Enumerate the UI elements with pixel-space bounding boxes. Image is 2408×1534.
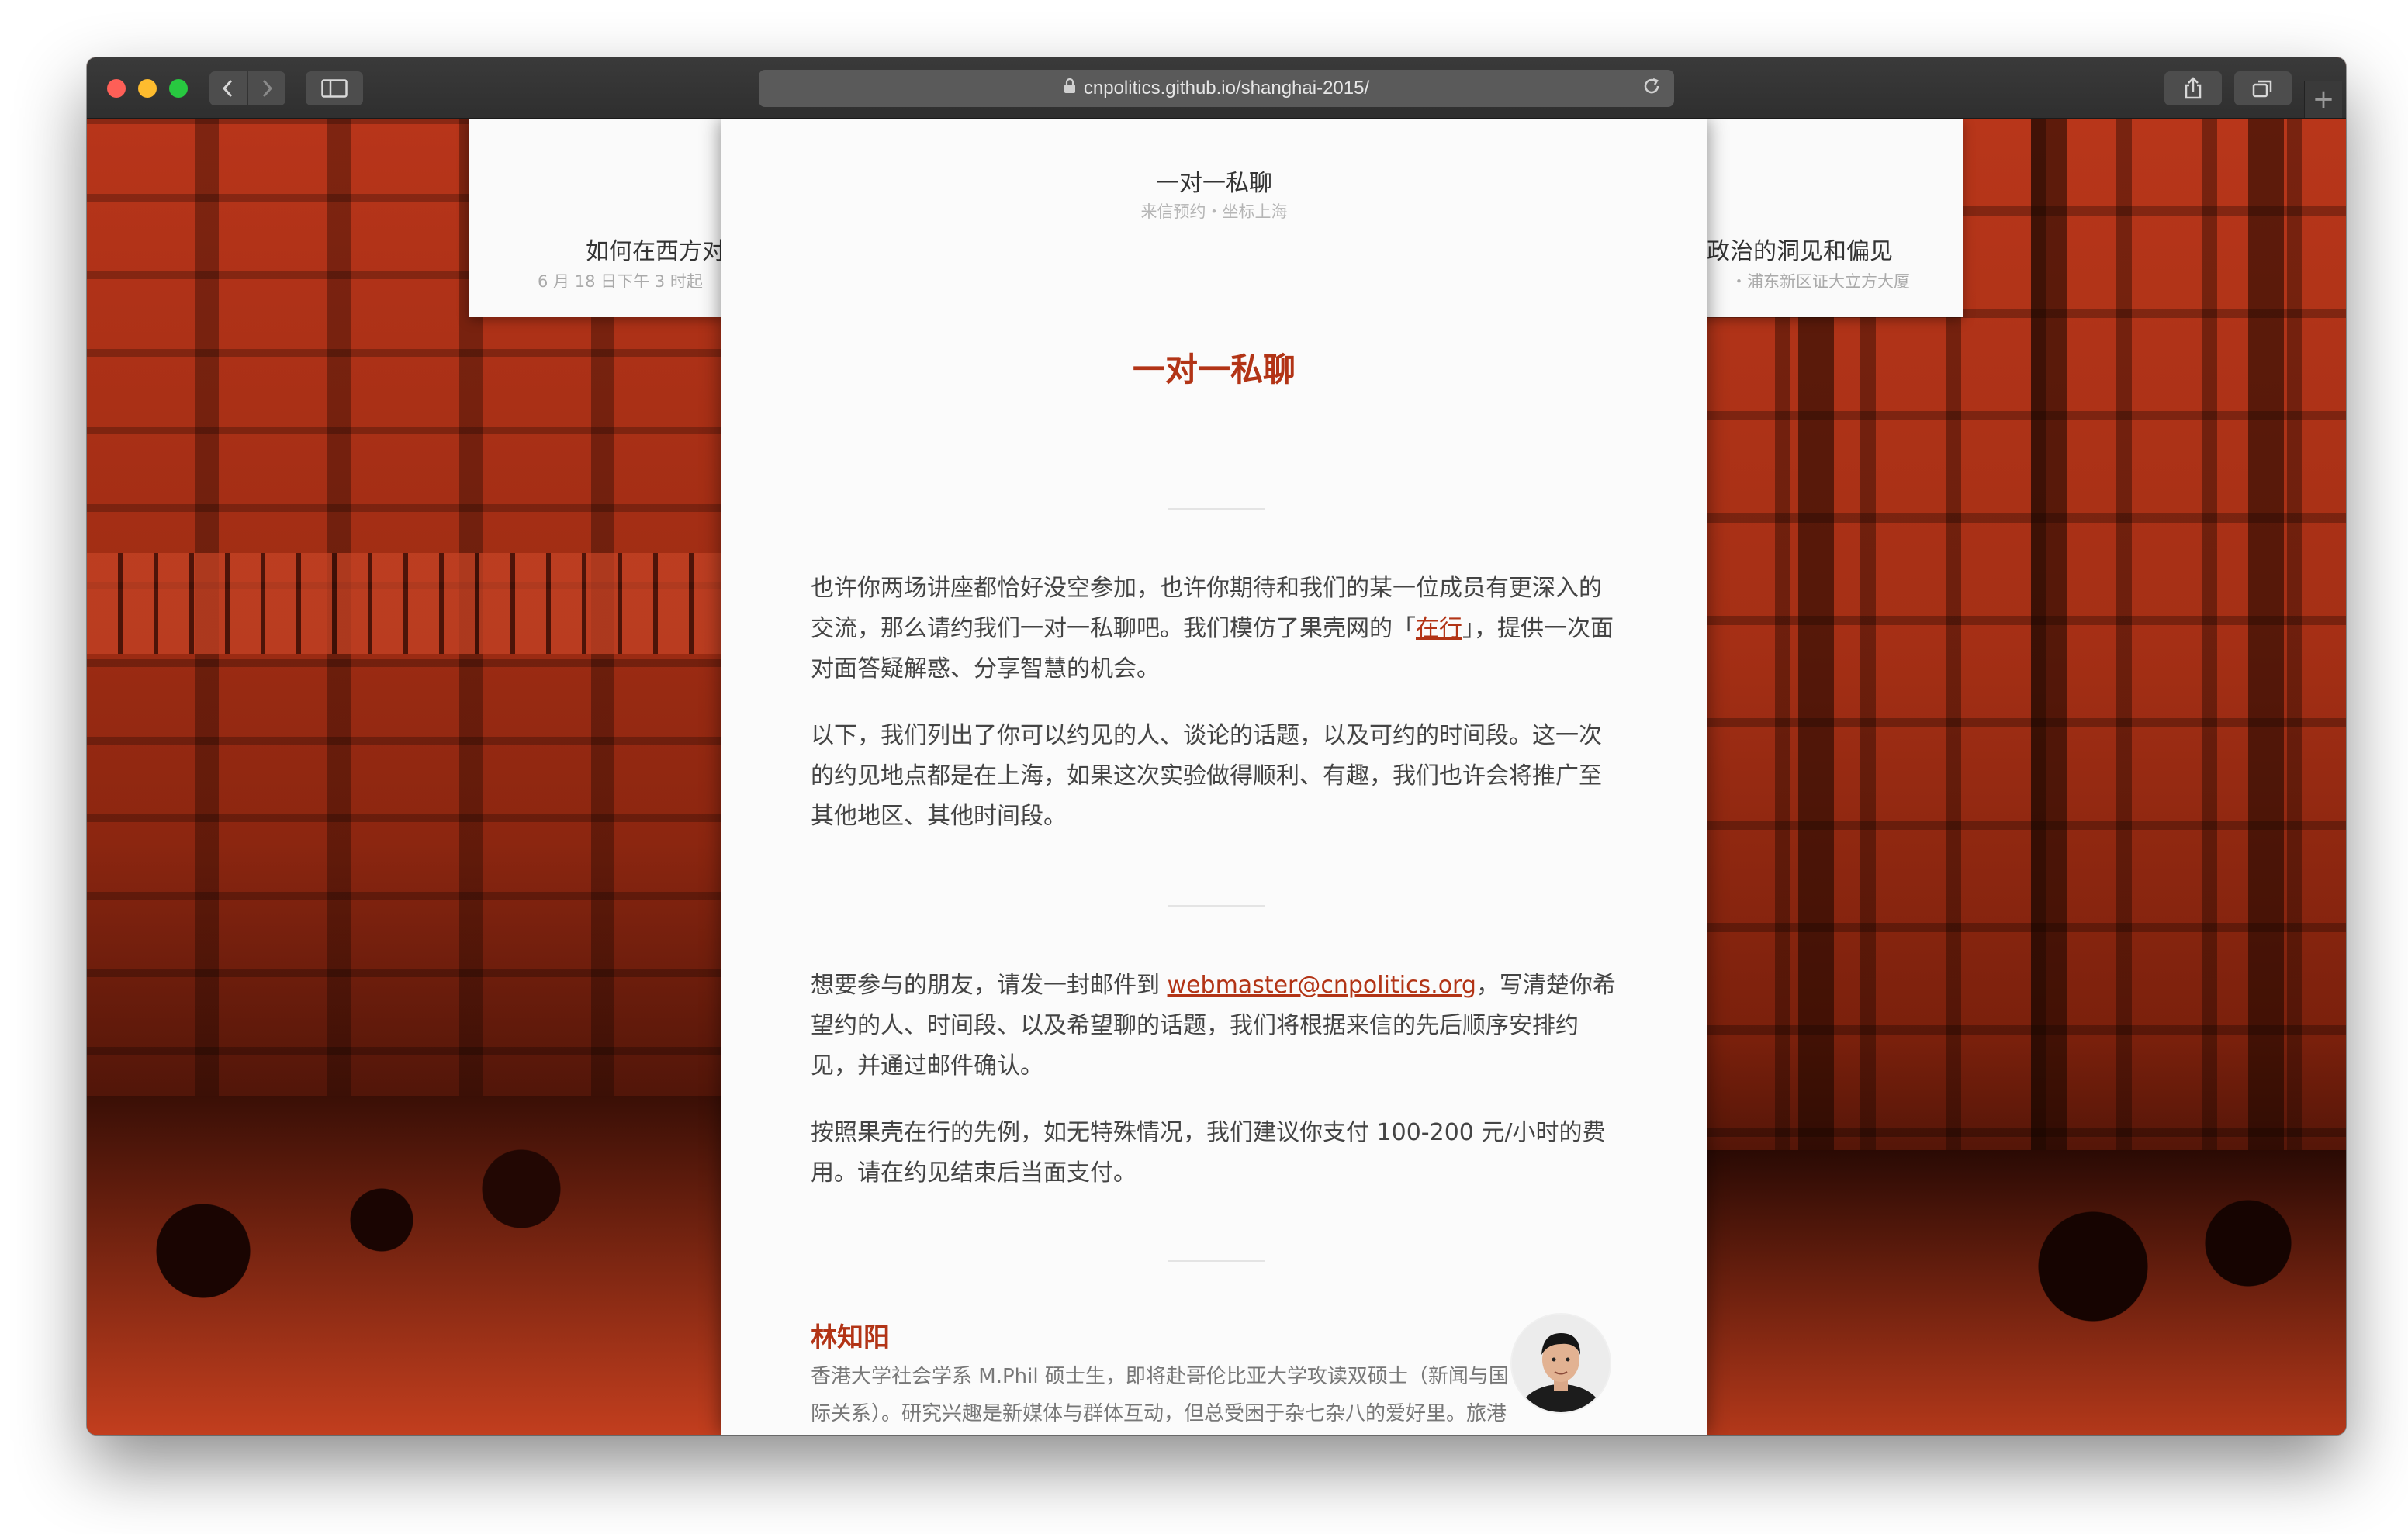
card-header-subtitle: 来信预约・坐标上海 xyxy=(1140,202,1288,221)
email-link[interactable]: webmaster@cnpolitics.org xyxy=(1168,972,1476,999)
share-icon xyxy=(2185,77,2202,99)
title-bar: cnpolitics.github.io/shanghai-2015/ + xyxy=(87,57,2346,119)
url-text: cnpolitics.github.io/shanghai-2015/ xyxy=(1083,78,1370,98)
reload-icon[interactable] xyxy=(1642,76,1662,102)
share-button[interactable] xyxy=(2164,71,2222,105)
details-paragraph: 以下，我们列出了你可以约见的人、谈论的话题，以及可约的时间段。这一次的约见地点都… xyxy=(811,722,1602,830)
event-card-left-title: 如何在西方对 xyxy=(586,238,725,265)
event-card-right[interactable]: 政治的洞见和偏见 ・浦东新区证大立方大厦 xyxy=(1699,119,1963,317)
divider xyxy=(1168,1260,1265,1262)
event-card-left-subtitle: 6 月 18 日下午 3 时起 xyxy=(538,272,703,291)
fee-paragraph: 按照果壳在行的先例，如无特殊情况，我们建议你支付 100-200 元/小时的费用… xyxy=(811,1119,1606,1187)
history-nav xyxy=(209,71,285,105)
intro-paragraph: 也许你两场讲座都恰好没空参加，也许你期待和我们的某一位成员有更深入的交流，那么请… xyxy=(811,568,1617,689)
signup-paragraph: 想要参与的朋友，请发一封邮件到 webmaster@cnpolitics.org… xyxy=(811,966,1617,1087)
lock-icon xyxy=(1064,78,1076,98)
chevron-right-icon xyxy=(262,79,273,98)
new-tab-button[interactable]: + xyxy=(2304,81,2342,118)
divider xyxy=(1168,905,1265,907)
person-photo-icon xyxy=(1512,1315,1610,1412)
section-title: 一对一私聊 xyxy=(1132,351,1296,389)
close-window-button[interactable] xyxy=(107,79,126,98)
event-card-left[interactable]: 如何在西方对 6 月 18 日下午 3 时起 xyxy=(469,119,725,317)
background-street xyxy=(1705,1150,2346,1435)
signup-text: 想要参与的朋友，请发一封邮件到 xyxy=(811,972,1168,999)
zaihang-link[interactable]: 在行 xyxy=(1416,615,1462,642)
avatar xyxy=(1512,1315,1610,1412)
forward-button[interactable] xyxy=(248,71,285,105)
page-viewport: 如何在西方对 6 月 18 日下午 3 时起 政治的洞见和偏见 ・浦东新区证大立… xyxy=(87,119,2346,1435)
event-card-right-subtitle: ・浦东新区证大立方大厦 xyxy=(1731,272,1910,291)
event-card-right-title: 政治的洞见和偏见 xyxy=(1707,238,1893,265)
background-street xyxy=(87,1096,723,1435)
address-bar[interactable]: cnpolitics.github.io/shanghai-2015/ xyxy=(759,70,1674,107)
tabs-overview-icon xyxy=(2252,80,2272,98)
maximize-window-button[interactable] xyxy=(169,79,188,98)
divider xyxy=(1168,508,1265,510)
browser-window: cnpolitics.github.io/shanghai-2015/ + 如何… xyxy=(87,57,2346,1435)
private-chat-card: 一对一私聊 来信预约・坐标上海 一对一私聊 也许你两场讲座都恰好没空参加，也许你… xyxy=(721,119,1707,1435)
background-awning xyxy=(87,553,723,654)
minimize-window-button[interactable] xyxy=(138,79,157,98)
sidebar-icon xyxy=(321,79,348,98)
person-bio: 香港大学社会学系 M.Phil 硕士生，即将赴哥伦比亚大学攻读双硕士（新闻与国际… xyxy=(811,1365,1509,1425)
back-button[interactable] xyxy=(209,71,247,105)
sidebar-toggle-button[interactable] xyxy=(306,71,363,105)
chevron-left-icon xyxy=(222,79,233,98)
show-tabs-button[interactable] xyxy=(2234,71,2292,105)
person-name: 林知阳 xyxy=(811,1322,890,1353)
card-header-title: 一对一私聊 xyxy=(1156,170,1272,197)
